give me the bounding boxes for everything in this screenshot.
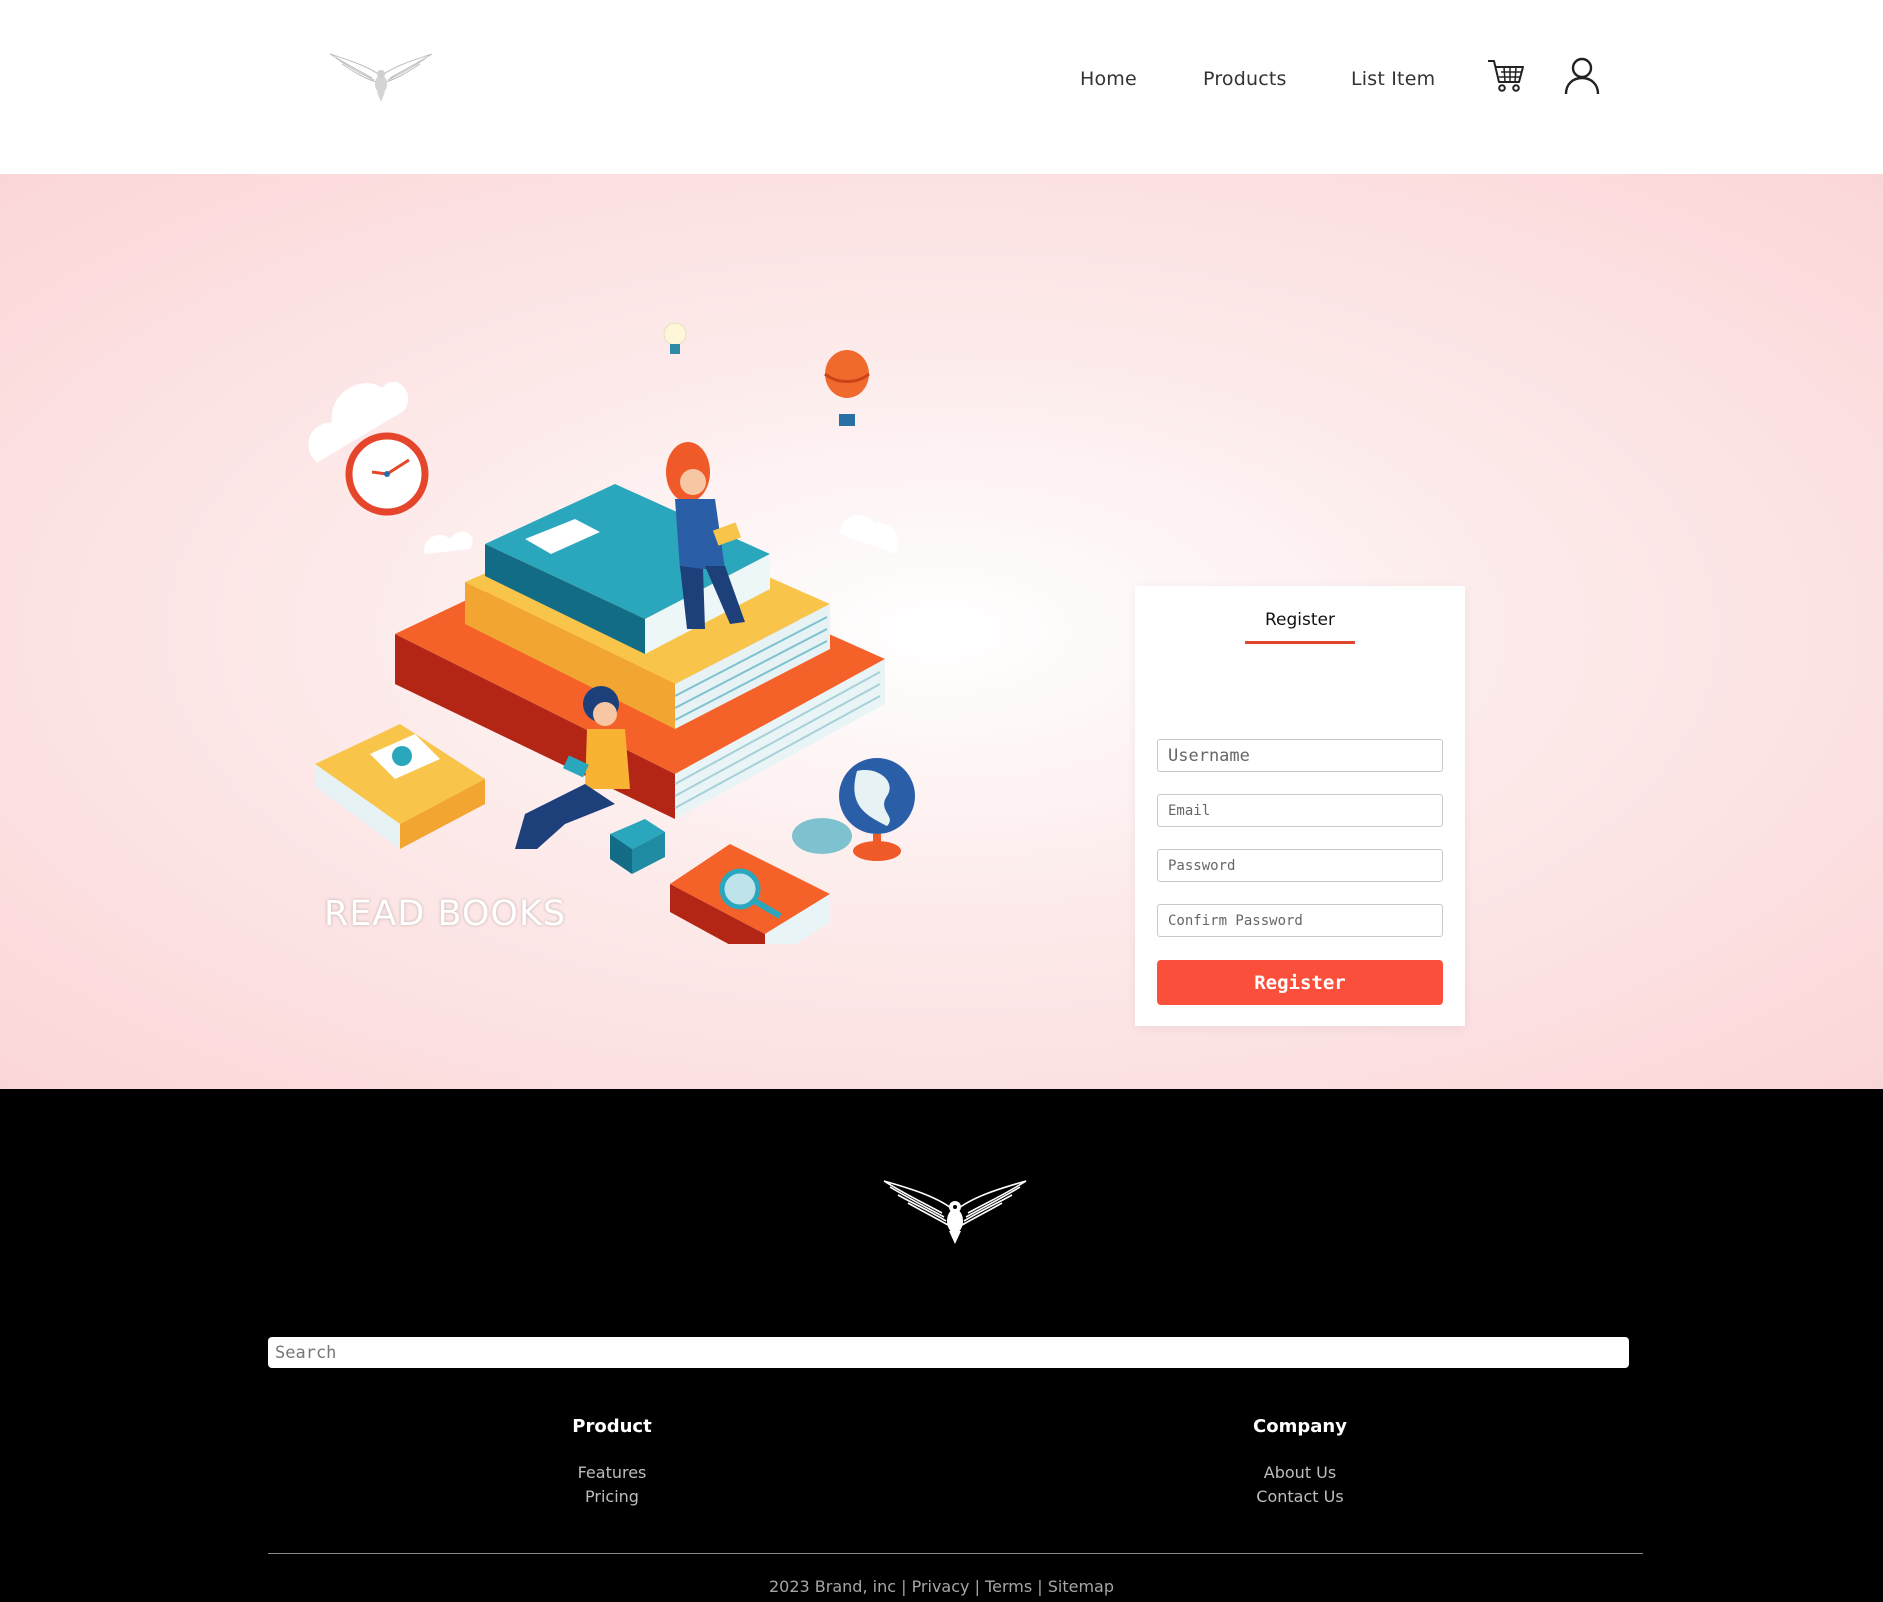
reading-books-illustration (308, 322, 915, 944)
password-placeholder: Password (1168, 857, 1236, 874)
nav-list-item-link[interactable]: List Item (1351, 68, 1435, 90)
product-column-title: Product (572, 1416, 652, 1437)
nav-products-link[interactable]: Products (1203, 68, 1287, 90)
eagle-logo-icon[interactable] (882, 1171, 1028, 1245)
register-button[interactable]: Register (1157, 960, 1443, 1005)
email-placeholder: Email (1168, 802, 1211, 819)
password-input[interactable]: Password (1157, 849, 1443, 882)
footer-divider (268, 1553, 1643, 1554)
about-us-link[interactable]: About Us (1200, 1463, 1400, 1482)
site-footer: Search Product Features Pricing Company … (0, 1089, 1883, 1602)
tab-register[interactable]: Register (1135, 610, 1465, 630)
username-placeholder: Username (1168, 745, 1250, 766)
site-header: Home Products List Item (0, 0, 1883, 174)
register-card: Register Username Email Password Confirm… (1135, 586, 1465, 1026)
features-link[interactable]: Features (512, 1463, 712, 1482)
shopping-cart-icon[interactable] (1487, 58, 1525, 94)
contact-us-link[interactable]: Contact Us (1200, 1487, 1400, 1506)
eagle-logo-icon[interactable] (328, 46, 434, 104)
confirm-password-input[interactable]: Confirm Password (1157, 904, 1443, 937)
email-input[interactable]: Email (1157, 794, 1443, 827)
confirm-password-placeholder: Confirm Password (1168, 912, 1303, 929)
user-profile-icon[interactable] (1563, 56, 1601, 96)
search-input[interactable]: Search (268, 1337, 1629, 1368)
company-column-title: Company (1253, 1416, 1347, 1437)
hero-section: READ BOOKS Register Username Email Passw… (0, 174, 1883, 1089)
copyright-text: 2023 Brand, inc | Privacy | Terms | Site… (768, 1577, 1114, 1596)
nav-home-link[interactable]: Home (1080, 68, 1137, 90)
search-placeholder: Search (275, 1342, 337, 1363)
active-tab-underline (1245, 641, 1355, 644)
pricing-link[interactable]: Pricing (512, 1487, 712, 1506)
username-input[interactable]: Username (1157, 739, 1443, 772)
illustration-caption: READ BOOKS (324, 894, 567, 934)
